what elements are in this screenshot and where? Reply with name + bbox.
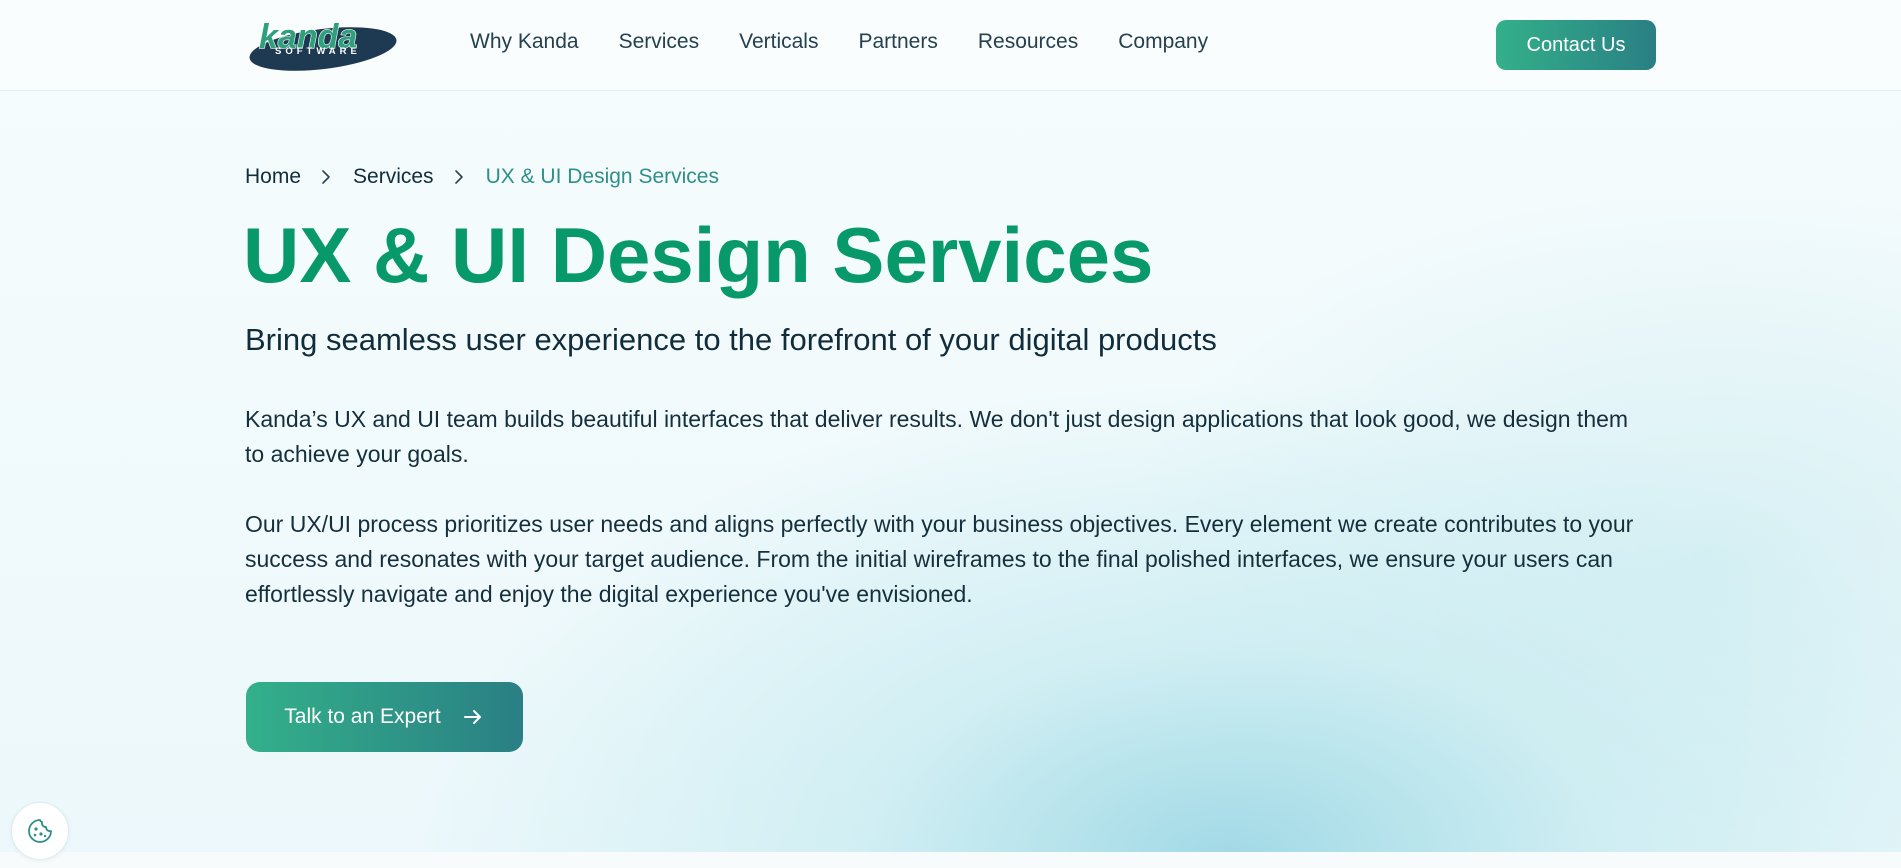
talk-to-expert-button[interactable]: Talk to an Expert xyxy=(246,682,523,752)
intro-paragraph: Kanda’s UX and UI team builds beautiful … xyxy=(245,406,1629,467)
chevron-right-icon xyxy=(454,170,463,184)
main-nav: Why Kanda Services Verticals Partners Re… xyxy=(470,30,1248,54)
nav-verticals[interactable]: Verticals xyxy=(739,30,818,54)
chevron-right-icon xyxy=(322,170,330,184)
breadcrumb-services[interactable]: Services xyxy=(353,165,434,189)
bottom-strip xyxy=(0,852,1901,868)
cookie-icon xyxy=(28,819,52,843)
nav-why-kanda[interactable]: Why Kanda xyxy=(470,30,579,54)
breadcrumb-current: UX & UI Design Services xyxy=(485,165,719,188)
site-header: kanda SOFTWARE Why Kanda Services Vertic… xyxy=(0,0,1901,91)
talk-to-expert-label: Talk to an Expert xyxy=(284,705,441,728)
contact-us-button[interactable]: Contact Us xyxy=(1496,20,1656,70)
arrow-right-icon xyxy=(463,710,481,724)
breadcrumb: Home Services UX & UI Design Services xyxy=(245,165,719,189)
nav-company[interactable]: Company xyxy=(1118,30,1208,54)
logo-tagline: SOFTWARE xyxy=(275,46,361,57)
cookie-settings-button[interactable] xyxy=(11,802,69,860)
nav-services[interactable]: Services xyxy=(619,30,700,54)
kanda-logo[interactable]: kanda SOFTWARE xyxy=(245,18,397,72)
breadcrumb-home[interactable]: Home xyxy=(245,165,301,189)
nav-resources[interactable]: Resources xyxy=(978,30,1078,54)
nav-partners[interactable]: Partners xyxy=(858,30,937,54)
process-paragraph: Our UX/UI process prioritizes user needs… xyxy=(245,511,1634,607)
page-subtitle: Bring seamless user experience to the fo… xyxy=(245,322,1217,357)
page-title: UX & UI Design Services xyxy=(243,211,1154,299)
